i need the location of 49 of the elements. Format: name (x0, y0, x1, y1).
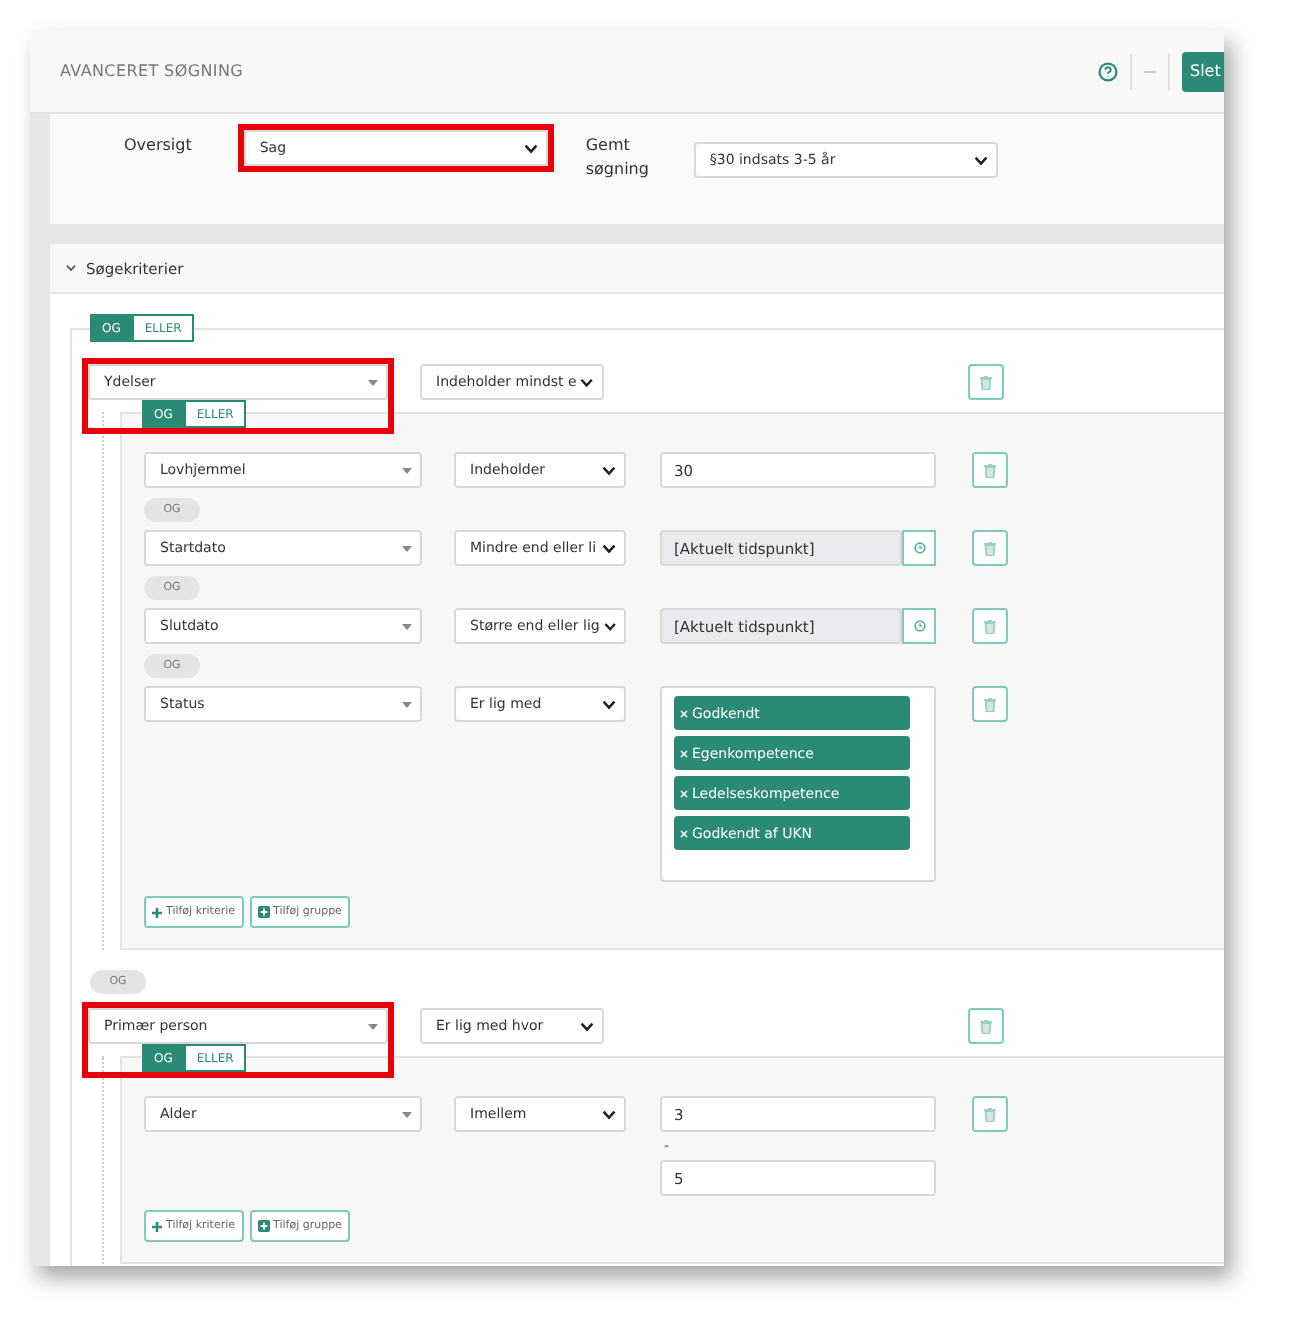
clock-button[interactable] (902, 530, 936, 566)
trash-icon (980, 375, 992, 389)
minus-icon[interactable] (1144, 69, 1156, 73)
caret-icon (402, 623, 412, 629)
delete-button[interactable] (972, 452, 1008, 488)
caret-icon (402, 1111, 412, 1117)
chevron-down-icon (602, 543, 616, 553)
delete-button[interactable] (972, 608, 1008, 644)
caret-icon (368, 1023, 378, 1029)
plus-icon (152, 907, 162, 917)
chevron-down-icon (602, 465, 616, 475)
trash-icon (984, 541, 996, 555)
trash-icon (984, 619, 996, 633)
caret-icon (402, 701, 412, 707)
remove-icon (680, 789, 688, 797)
trash-icon (984, 697, 996, 711)
plus-square-icon (257, 1220, 270, 1232)
caret-icon (368, 379, 378, 385)
clock-icon (913, 620, 925, 632)
caret-icon (402, 467, 412, 473)
field-label: Oversigt (124, 134, 192, 158)
delete-button[interactable] (972, 686, 1008, 722)
chevron-down-icon (580, 1021, 594, 1031)
chevron-down-icon (523, 143, 538, 153)
plus-square-icon (257, 906, 270, 918)
chevron-down-icon (973, 155, 988, 165)
chevron-down-icon (580, 377, 594, 387)
trash-icon (984, 463, 996, 477)
caret-icon (402, 545, 412, 551)
remove-icon (680, 709, 688, 717)
field-label: Gemt søgning (585, 134, 651, 182)
plus-icon (152, 1221, 162, 1231)
clock-button[interactable] (902, 608, 936, 644)
chevron-down-icon (603, 621, 616, 631)
trash-icon (984, 1107, 996, 1121)
delete-button[interactable] (972, 530, 1008, 566)
delete-button[interactable] (972, 1096, 1008, 1132)
clock-icon (913, 542, 925, 554)
window-title: AVANCERET SØGNING (60, 62, 244, 80)
remove-icon (680, 829, 688, 837)
chevron-down-icon (602, 699, 616, 709)
chevron-down-icon (602, 1109, 616, 1119)
remove-icon (680, 749, 688, 757)
help-icon[interactable] (1098, 61, 1118, 81)
delete-button[interactable]: Slet (1182, 51, 1224, 91)
delete-button[interactable] (968, 1008, 1004, 1044)
trash-icon (980, 1019, 992, 1033)
chevron-down-icon (66, 264, 76, 272)
delete-button[interactable] (968, 364, 1004, 400)
